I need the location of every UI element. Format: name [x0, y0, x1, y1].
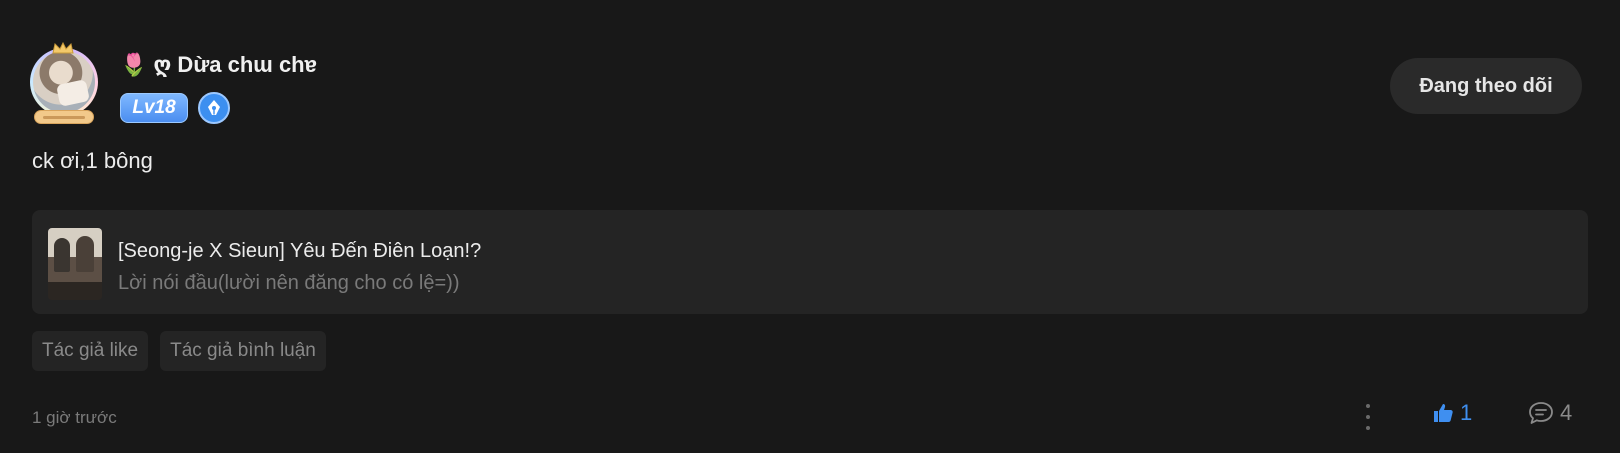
tulip-emoji-icon: 🌷	[120, 52, 148, 77]
user-badges: Lv18	[120, 92, 230, 124]
avatar-frame-tag	[34, 110, 94, 124]
username[interactable]: 🌷 ღ Dừa chɯ chɐ	[120, 52, 317, 78]
comment-count: 4	[1560, 400, 1573, 425]
level-badge: Lv18	[120, 93, 188, 123]
like-count: 1	[1460, 400, 1473, 425]
username-text: ღ Dừa chɯ chɐ	[153, 52, 317, 77]
avatar[interactable]	[26, 42, 102, 126]
comment-button[interactable]: 4	[1528, 400, 1572, 426]
pen-nib-icon	[198, 92, 230, 124]
like-button[interactable]: 1	[1432, 400, 1472, 426]
book-card[interactable]: [Seong-je X Sieun] Yêu Đến Điên Loạn!? L…	[32, 210, 1588, 314]
avatar-frame	[30, 48, 98, 116]
book-title: [Seong-je X Sieun] Yêu Đến Điên Loạn!?	[118, 240, 482, 262]
timestamp: 1 giờ trước	[32, 408, 117, 427]
thumbs-up-icon	[1434, 404, 1453, 422]
crown-icon	[52, 42, 74, 54]
avatar-image	[33, 51, 95, 113]
post-text: ck ơi,1 bông	[32, 148, 153, 173]
more-options-icon[interactable]	[1362, 404, 1374, 430]
tag-list: Tác giả like Tác giả bình luận	[32, 331, 326, 371]
comment-post: 🌷 ღ Dừa chɯ chɐ Lv18 Đang theo dõi ck ơi…	[0, 0, 1620, 453]
comment-bubble-icon	[1529, 402, 1553, 424]
following-button[interactable]: Đang theo dõi	[1390, 58, 1582, 114]
tag-author-like: Tác giả like	[32, 331, 149, 371]
book-cover-image	[48, 228, 102, 300]
book-chapter: Lời nói đầu(lười nên đăng cho có lệ=))	[118, 272, 460, 294]
tag-author-comment: Tác giả bình luận	[160, 331, 326, 371]
